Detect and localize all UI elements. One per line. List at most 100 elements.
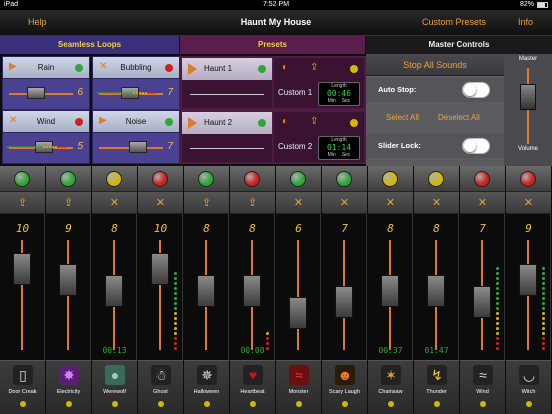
master-header: Master Controls bbox=[366, 36, 552, 54]
channel-sound-button[interactable]: ☃ Ghost bbox=[138, 360, 183, 414]
share-icon[interactable]: ⇪ bbox=[184, 192, 229, 214]
channel-led-cell[interactable] bbox=[506, 166, 551, 192]
channel-volume-slider[interactable] bbox=[105, 275, 123, 308]
channel-volume-value: 8 bbox=[249, 222, 256, 235]
info-button[interactable]: Info bbox=[518, 17, 533, 27]
loop-button[interactable]: ✕ Bubbling bbox=[93, 57, 179, 79]
loop-name: Rain bbox=[37, 63, 55, 72]
loops-header: Seamless Loops bbox=[0, 36, 180, 54]
channel-volume-slider[interactable] bbox=[197, 275, 215, 308]
channel-electricity: ⇪ 9 ✸ Electricity bbox=[46, 166, 91, 414]
play-icon: ▶ bbox=[99, 115, 107, 126]
loop-button[interactable]: ▶ Noise bbox=[93, 111, 179, 133]
channel-halloween: ⇪ 8 ✵ Halloween bbox=[184, 166, 229, 414]
channel-heartbeat: ⇪ 8 00:00 ♥ Heartbeat bbox=[230, 166, 275, 414]
min-label: Min bbox=[327, 98, 336, 104]
channel-led-cell[interactable] bbox=[276, 166, 321, 192]
channel-led-cell[interactable] bbox=[460, 166, 505, 192]
close-icon[interactable]: ✕ bbox=[322, 192, 367, 214]
slider-lock-toggle[interactable] bbox=[462, 138, 490, 154]
stop-all-sounds-button[interactable]: Stop All Sounds bbox=[366, 54, 504, 76]
channel-ghost: ✕ 10 ☃ Ghost bbox=[138, 166, 183, 414]
channel-sound-button[interactable]: ◡ Witch bbox=[506, 360, 551, 414]
close-icon[interactable]: ✕ bbox=[92, 192, 137, 214]
channel-time: 01:47 bbox=[424, 346, 449, 355]
channel-volume-slider[interactable] bbox=[519, 264, 537, 297]
deselect-all-button[interactable]: Deselect All bbox=[438, 113, 480, 122]
close-icon[interactable]: ✕ bbox=[506, 192, 551, 214]
channel-volume-value: 7 bbox=[479, 222, 486, 235]
channel-led-cell[interactable] bbox=[46, 166, 91, 192]
sec-label: Sec bbox=[341, 152, 351, 158]
channel-led-cell[interactable] bbox=[368, 166, 413, 192]
status-led bbox=[60, 171, 76, 187]
custom-preset[interactable]: ◐ ⇪ Custom 2 Length 01:14 Min Sec bbox=[274, 112, 364, 162]
channel-sound-button[interactable]: ♥ Heartbeat bbox=[230, 360, 275, 414]
status-led bbox=[75, 64, 83, 72]
close-icon[interactable]: ✕ bbox=[460, 192, 505, 214]
select-indicator bbox=[526, 401, 532, 407]
channel-led-cell[interactable] bbox=[92, 166, 137, 192]
master-volume-slider[interactable] bbox=[520, 84, 536, 110]
preset-button[interactable]: Haunt 1 bbox=[182, 58, 272, 108]
channel-volume-slider[interactable] bbox=[151, 253, 169, 286]
presets-header: Presets bbox=[180, 36, 366, 54]
channel-sound-button[interactable]: ☻ Scary Laugh bbox=[322, 360, 367, 414]
channel-sound-button[interactable]: ≈ Monster bbox=[276, 360, 321, 414]
custom-preset[interactable]: ◐ ⇪ Custom 1 Length 00:46 Min Sec bbox=[274, 58, 364, 108]
loop-volume-slider[interactable] bbox=[129, 141, 147, 153]
min-label: Min bbox=[327, 152, 336, 158]
share-icon[interactable]: ⇪ bbox=[46, 192, 91, 214]
channel-volume-slider[interactable] bbox=[427, 275, 445, 308]
channel-volume-slider[interactable] bbox=[13, 253, 31, 286]
channel-volume-slider[interactable] bbox=[59, 264, 77, 297]
status-led bbox=[106, 171, 122, 187]
auto-stop-toggle[interactable] bbox=[462, 82, 490, 98]
share-icon[interactable]: ⇪ bbox=[310, 62, 318, 73]
channel-sound-button[interactable]: ✸ Electricity bbox=[46, 360, 91, 414]
share-icon[interactable]: ⇪ bbox=[0, 192, 45, 214]
channel-time: 00:37 bbox=[378, 346, 403, 355]
channel-volume-slider[interactable] bbox=[381, 275, 399, 308]
channel-led-cell[interactable] bbox=[322, 166, 367, 192]
pumpkin-icon: ◐ bbox=[282, 116, 289, 127]
channel-sound-button[interactable]: ≈ Wind bbox=[460, 360, 505, 414]
channel-led-cell[interactable] bbox=[184, 166, 229, 192]
preset-button[interactable]: Haunt 2 bbox=[182, 112, 272, 162]
preset-name: Haunt 1 bbox=[204, 64, 233, 73]
loop-button[interactable]: ✕ Wind bbox=[3, 111, 89, 133]
channel-led-cell[interactable] bbox=[138, 166, 183, 192]
select-all-button[interactable]: Select All bbox=[386, 113, 419, 122]
loop-noise[interactable]: ▶ Noise 7 bbox=[92, 110, 180, 164]
custom-presets-button[interactable]: Custom Presets bbox=[422, 17, 486, 27]
channel-sound-button[interactable]: ✶ Chainsaw bbox=[368, 360, 413, 414]
channel-volume-slider[interactable] bbox=[243, 275, 261, 308]
loop-rain[interactable]: ▶ Rain 6 bbox=[2, 56, 90, 110]
channel-sound-button[interactable]: ● Werewolf bbox=[92, 360, 137, 414]
close-icon[interactable]: ✕ bbox=[368, 192, 413, 214]
loop-wind[interactable]: ✕ Wind 5 bbox=[2, 110, 90, 164]
channel-volume-slider[interactable] bbox=[335, 286, 353, 319]
channel-volume-slider[interactable] bbox=[473, 286, 491, 319]
close-icon[interactable]: ✕ bbox=[138, 192, 183, 214]
channel-volume-slider[interactable] bbox=[289, 297, 307, 330]
loop-bubbling[interactable]: ✕ Bubbling 7 bbox=[92, 56, 180, 110]
close-icon[interactable]: ✕ bbox=[276, 192, 321, 214]
loop-button[interactable]: ▶ Rain bbox=[3, 57, 89, 79]
channel-sound-button[interactable]: ✵ Halloween bbox=[184, 360, 229, 414]
channel-led-cell[interactable] bbox=[230, 166, 275, 192]
channel-led-cell[interactable] bbox=[0, 166, 45, 192]
close-icon[interactable]: ✕ bbox=[414, 192, 459, 214]
channel-led-cell[interactable] bbox=[414, 166, 459, 192]
channel-monster: ✕ 6 ≈ Monster bbox=[276, 166, 321, 414]
share-icon[interactable]: ⇪ bbox=[230, 192, 275, 214]
bolt-icon: ↯ bbox=[427, 365, 447, 385]
share-icon[interactable]: ⇪ bbox=[310, 116, 318, 127]
select-indicator bbox=[250, 401, 256, 407]
channel-sound-button[interactable]: ↯ Thunder bbox=[414, 360, 459, 414]
status-led bbox=[198, 171, 214, 187]
channel-sound-button[interactable]: ▯ Door Creak bbox=[0, 360, 45, 414]
loop-volume-slider[interactable] bbox=[27, 87, 45, 99]
channel-name: Monster bbox=[288, 389, 309, 395]
status-led bbox=[165, 64, 173, 72]
